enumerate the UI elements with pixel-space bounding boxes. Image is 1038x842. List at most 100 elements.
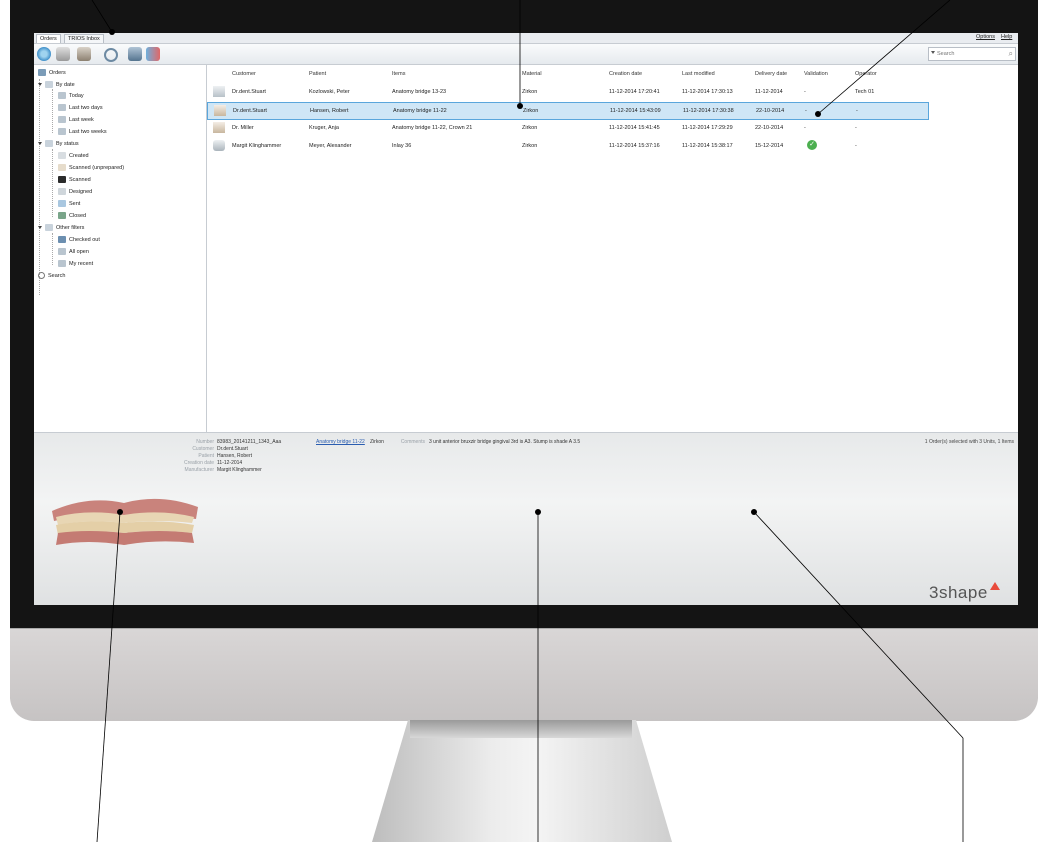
label-manufacturer: Manufacturer	[184, 467, 214, 473]
status-icon	[45, 140, 53, 148]
cut-icon[interactable]	[128, 47, 142, 61]
sidebar-item-scanned-unprepared[interactable]: Scanned (unprepared)	[58, 163, 124, 173]
calendar-icon	[58, 116, 66, 124]
chevron-down-icon[interactable]	[38, 226, 42, 230]
orders-grid: Customer Patient Items Material Creation…	[207, 65, 1018, 432]
label-comments: Comments	[400, 439, 425, 445]
search-dropdown-icon[interactable]	[931, 51, 935, 54]
cell-material: Zirkon	[522, 143, 538, 149]
sidebar-item-created[interactable]: Created	[58, 151, 89, 161]
column-header-last-modified[interactable]: Last modified	[682, 71, 715, 77]
design-icon[interactable]	[77, 47, 91, 61]
column-header-patient[interactable]: Patient	[309, 71, 326, 77]
order-patient: Hansen, Robert	[217, 453, 253, 459]
new-order-icon[interactable]	[37, 47, 51, 61]
sidebar-item-closed[interactable]: Closed	[58, 211, 86, 221]
closed-icon	[58, 212, 66, 220]
calendar-icon	[45, 81, 53, 89]
cell-operator: -	[855, 143, 857, 149]
brand-logo-mark	[990, 582, 1000, 590]
tab-orders[interactable]: Orders	[36, 34, 61, 43]
tree-group-by-status[interactable]: By status	[38, 139, 79, 149]
settings-icon[interactable]	[104, 48, 118, 62]
order-scan-icon	[213, 122, 225, 133]
column-header-validation[interactable]: Validation	[804, 71, 828, 77]
validation-ok-icon: ✓	[807, 140, 817, 150]
search-icon	[38, 272, 45, 280]
column-header-items[interactable]: Items	[392, 71, 405, 77]
tree-group-by-date[interactable]: By date	[38, 80, 75, 90]
search-icon[interactable]: ⌕	[1009, 49, 1013, 59]
monitor-stand	[372, 720, 672, 842]
scan-icon[interactable]	[56, 47, 70, 61]
created-icon	[58, 152, 66, 160]
sidebar-item-scanned[interactable]: Scanned	[58, 175, 91, 185]
cell-delivery-date: 11-12-2014	[755, 89, 783, 95]
cell-items: Anatomy bridge 11-22	[393, 108, 447, 114]
column-header-customer[interactable]: Customer	[232, 71, 256, 77]
tree-root-orders[interactable]: Orders	[38, 68, 66, 78]
cell-last-modified: 11-12-2014 17:29:29	[682, 125, 733, 131]
order-scan-icon	[213, 86, 225, 97]
sent-icon	[58, 200, 66, 208]
sidebar-item-last-week[interactable]: Last week	[58, 115, 94, 125]
column-header-delivery-date[interactable]: Delivery date	[755, 71, 787, 77]
calendar-icon	[58, 92, 66, 100]
sidebar-item-my-recent[interactable]: My recent	[58, 259, 93, 269]
designed-icon	[58, 188, 66, 196]
tree-group-other-filters[interactable]: Other filters	[38, 223, 84, 233]
help-menu[interactable]: Help	[1001, 34, 1012, 40]
table-row[interactable]: Dr. Miller Kruger, Anja Anatomy bridge 1…	[207, 120, 927, 136]
cell-customer: Dr.dent.Stuart	[232, 89, 266, 95]
search-input[interactable]	[937, 49, 1001, 58]
cell-operator: -	[856, 108, 858, 114]
column-header-creation-date[interactable]: Creation date	[609, 71, 642, 77]
send-icon[interactable]	[146, 47, 160, 61]
sidebar-item-designed[interactable]: Designed	[58, 187, 92, 197]
checked-out-icon	[58, 236, 66, 244]
table-row[interactable]: Margit Klinghammer Meyer, Alexander Inla…	[207, 138, 927, 154]
cell-patient: Hansen, Robert	[310, 108, 349, 114]
order-customer: Dr.dent.Stuart	[217, 446, 248, 452]
order-scan-icon	[214, 105, 226, 116]
chevron-down-icon[interactable]	[38, 142, 42, 146]
table-row-selected[interactable]: Dr.dent.Stuart Hansen, Robert Anatomy br…	[207, 102, 929, 120]
cell-patient: Kruger, Anja	[309, 125, 339, 131]
cell-validation: -	[805, 108, 807, 114]
filter-icon	[45, 224, 53, 232]
label-creation-date: Creation date	[183, 460, 214, 466]
sidebar-item-all-open[interactable]: All open	[58, 247, 89, 257]
sidebar-item-last-two-days[interactable]: Last two days	[58, 103, 103, 113]
callout-dot	[535, 509, 541, 515]
table-row[interactable]: Dr.dent.Stuart Kozlowski, Peter Anatomy …	[207, 84, 927, 100]
label-customer: Customer	[192, 446, 214, 452]
cell-creation-date: 11-12-2014 15:41:45	[609, 125, 660, 131]
dental-scan-preview[interactable]	[48, 489, 200, 547]
cell-material: Zirkon	[522, 89, 538, 95]
tab-bar: Orders TRIOS Inbox Options Help	[34, 33, 1018, 44]
cell-customer: Dr. Miller	[232, 125, 254, 131]
order-creation-date: 11-12-2014	[217, 460, 243, 466]
sidebar-item-today[interactable]: Today	[58, 91, 84, 101]
options-menu[interactable]: Options	[976, 34, 995, 40]
recent-icon	[58, 260, 66, 268]
callout-dot	[109, 29, 115, 35]
cell-last-modified: 11-12-2014 17:30:38	[683, 108, 734, 114]
cell-patient: Meyer, Alexander	[309, 143, 352, 149]
sidebar-item-last-two-weeks[interactable]: Last two weeks	[58, 127, 107, 137]
callout-dot	[751, 509, 757, 515]
search-field[interactable]: ⌕	[928, 47, 1016, 61]
chevron-down-icon[interactable]	[38, 83, 42, 87]
item-link[interactable]: Anatomy bridge 11-22	[316, 439, 365, 445]
cell-operator: -	[855, 125, 857, 131]
tab-trios-inbox[interactable]: TRIOS Inbox	[64, 34, 104, 43]
cell-validation: -	[804, 89, 806, 95]
cell-creation-date: 11-12-2014 15:43:09	[610, 108, 661, 114]
column-header-material[interactable]: Material	[522, 71, 542, 77]
sidebar-item-sent[interactable]: Sent	[58, 199, 80, 209]
sidebar-item-checked-out[interactable]: Checked out	[58, 235, 100, 245]
column-header-operator[interactable]: Operator	[855, 71, 877, 77]
sidebar-item-search[interactable]: Search	[38, 271, 65, 281]
cell-delivery-date: 22-10-2014	[756, 108, 785, 114]
cell-material: Zirkon	[522, 125, 538, 131]
